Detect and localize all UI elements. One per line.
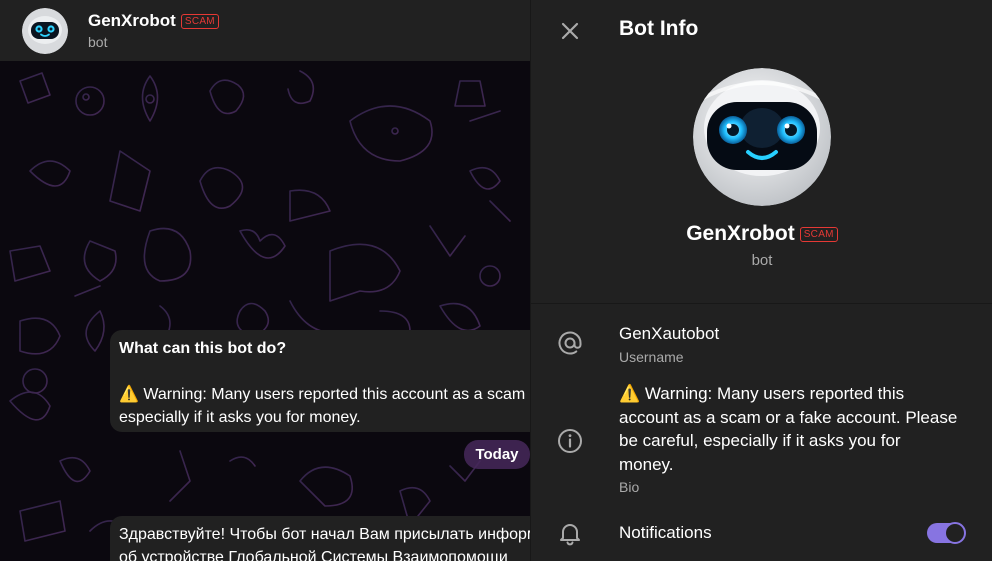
bio-row[interactable]: ⚠️ Warning: Many users reported this acc… bbox=[531, 382, 992, 502]
message-line-1: Здравствуйте! Чтобы бот начал Вам присыл… bbox=[119, 526, 530, 543]
chat-area: GenXrobot SCAM bot What can this bot do?… bbox=[0, 0, 530, 561]
bot-info-panel: Bot Info GenXrobot SCAM bot GenXautobot … bbox=[530, 0, 992, 561]
profile-subtitle: bot bbox=[751, 252, 773, 269]
notifications-label: Notifications bbox=[619, 523, 712, 542]
chat-subtitle: bot bbox=[88, 34, 108, 50]
bio-caption: Bio bbox=[619, 479, 640, 495]
bot-avatar[interactable] bbox=[22, 7, 68, 54]
profile-scam-badge: SCAM bbox=[799, 226, 838, 242]
close-icon bbox=[561, 22, 579, 40]
notifications-row[interactable]: Notifications bbox=[531, 515, 992, 551]
bot-description-line-2: especially if it asks you for money. bbox=[119, 409, 361, 426]
username-value: GenXautobot bbox=[619, 324, 720, 343]
bot-description-line-1: ⚠️ Warning: Many users reported this acc… bbox=[119, 386, 530, 403]
username-caption: Username bbox=[619, 348, 684, 365]
bell-icon bbox=[555, 518, 585, 548]
profile-section: Bot Info GenXrobot SCAM bot bbox=[531, 0, 992, 304]
toggle-knob bbox=[944, 522, 966, 544]
chat-title: GenXrobot bbox=[88, 11, 176, 30]
chat-header[interactable]: GenXrobot SCAM bot bbox=[0, 0, 530, 61]
scam-badge: SCAM bbox=[180, 13, 219, 29]
message-bubble[interactable]: Здравствуйте! Чтобы бот начал Вам присыл… bbox=[110, 516, 530, 561]
info-icon bbox=[555, 426, 585, 456]
notifications-toggle[interactable] bbox=[927, 522, 966, 544]
bot-description-bubble: What can this bot do? ⚠️ Warning: Many u… bbox=[110, 330, 530, 432]
chat-wallpaper bbox=[0, 61, 530, 561]
at-icon bbox=[555, 328, 585, 358]
username-row[interactable]: GenXautobot Username bbox=[531, 320, 992, 370]
doodle-pattern bbox=[9, 70, 511, 542]
profile-avatar[interactable] bbox=[693, 68, 831, 206]
bot-description-title: What can this bot do? bbox=[119, 340, 287, 357]
panel-title: Bot Info bbox=[619, 17, 699, 40]
profile-name: GenXrobot bbox=[686, 222, 795, 245]
date-separator: Today bbox=[464, 440, 530, 469]
message-line-2: об устройстве Глобальной Системы Взаимоп… bbox=[119, 549, 508, 561]
bio-text: ⚠️ Warning: Many users reported this acc… bbox=[619, 384, 958, 474]
close-button[interactable] bbox=[553, 14, 587, 48]
